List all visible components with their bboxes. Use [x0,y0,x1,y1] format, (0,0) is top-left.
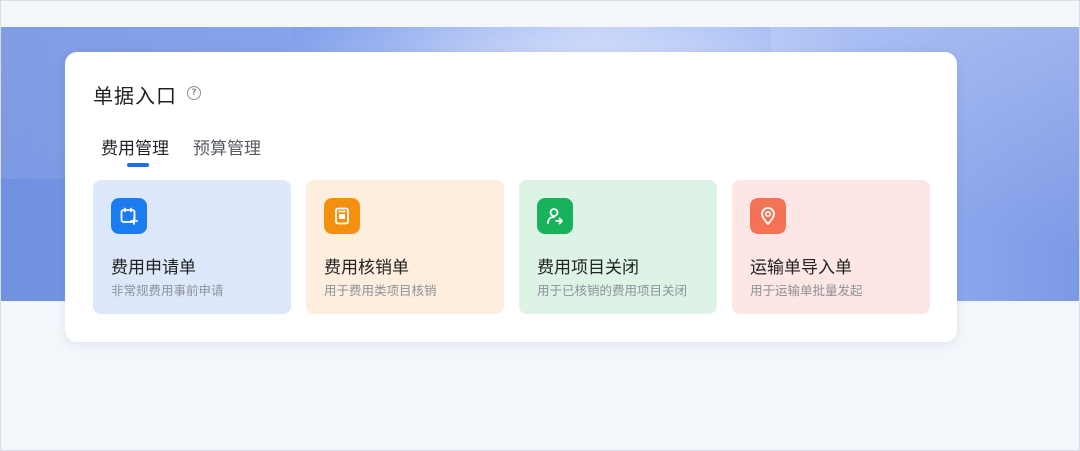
active-tab-indicator [127,163,149,167]
tile-expense-writeoff[interactable]: 费用核销单 用于费用类项目核销 [306,180,504,314]
tab-expense-management[interactable]: 费用管理 [101,134,169,159]
document-entry-card: 单据入口 ? 费用管理 预算管理 费用申请单 非常规费用事前申请 费用核销单 用… [65,52,957,342]
card-title: 单据入口 [93,84,177,108]
tile-description: 用于已核销的费用项目关闭 [537,283,688,298]
tile-description: 用于运输单批量发起 [750,283,863,298]
document-icon [324,198,360,234]
help-icon[interactable]: ? [187,86,201,100]
tile-description: 非常规费用事前申请 [111,283,224,298]
tile-title: 运输单导入单 [750,258,852,278]
tile-description: 用于费用类项目核销 [324,283,437,298]
tile-title: 费用核销单 [324,258,409,278]
page-frame: 单据入口 ? 费用管理 预算管理 费用申请单 非常规费用事前申请 费用核销单 用… [0,0,1080,451]
location-pin-icon [750,198,786,234]
tile-title: 费用申请单 [111,258,196,278]
tile-shipping-import[interactable]: 运输单导入单 用于运输单批量发起 [732,180,930,314]
calendar-plus-icon [111,198,147,234]
user-transfer-icon [537,198,573,234]
tile-title: 费用项目关闭 [537,258,639,278]
tile-expense-application[interactable]: 费用申请单 非常规费用事前申请 [93,180,291,314]
tile-expense-project-close[interactable]: 费用项目关闭 用于已核销的费用项目关闭 [519,180,717,314]
tab-budget-management[interactable]: 预算管理 [193,134,261,159]
